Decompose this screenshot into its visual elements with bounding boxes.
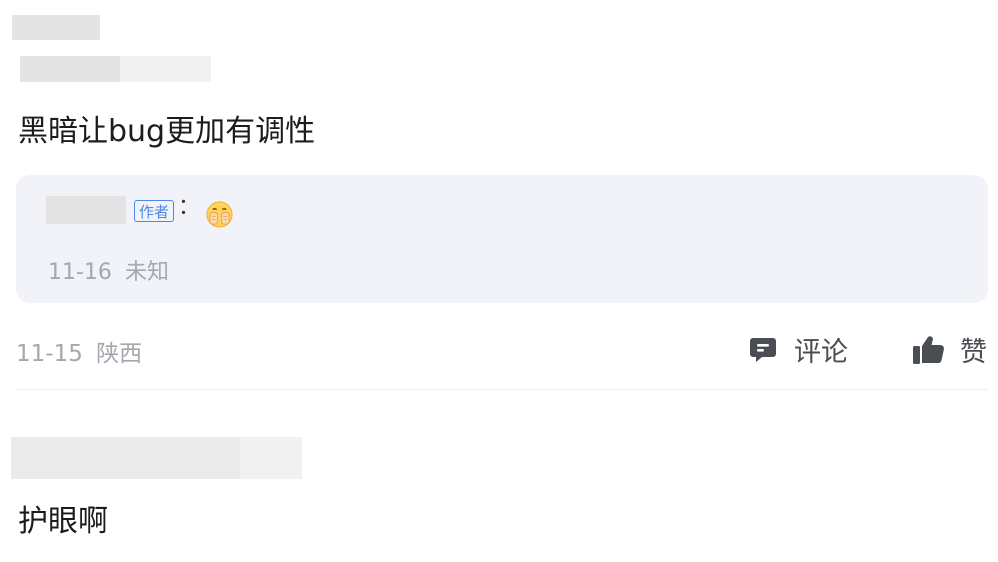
comment-label: 评论 (794, 337, 848, 368)
redacted-user-meta (120, 56, 211, 82)
reply-date: 11-16 (48, 260, 112, 285)
comment-meta: 11-15 陕西 (16, 334, 142, 368)
thumbs-up-icon (913, 335, 944, 364)
reply-box[interactable]: 作者 ： 11-16 未知 (16, 175, 988, 303)
redacted-username-2 (240, 437, 302, 479)
comment-divider (16, 389, 988, 390)
reply-colon: ： (178, 195, 201, 220)
comment-icon (750, 337, 776, 362)
cover-mouth-emoji-icon (206, 201, 233, 228)
redacted-user-tag (20, 56, 120, 82)
redacted-user-info-2 (11, 437, 240, 479)
reply-location: 未知 (124, 260, 169, 285)
like-button[interactable]: 赞 (912, 330, 987, 369)
reply-meta: 11-16 未知 (48, 254, 169, 286)
comment-text: 黑暗让bug更加有调性 (18, 114, 316, 149)
comment-text-2: 护眼啊 (18, 504, 108, 539)
comment-button[interactable]: 评论 (748, 330, 848, 369)
like-label: 赞 (960, 337, 987, 368)
author-badge: 作者 (134, 200, 175, 222)
comment-list: 黑暗让bug更加有调性 作者 ： 11-16 未知 11-15 陕西 评论 赞 … (0, 0, 998, 562)
comment-date: 11-15 (16, 341, 83, 367)
comment-location: 陕西 (96, 341, 143, 367)
redacted-username (12, 15, 100, 40)
redacted-reply-username (46, 196, 126, 224)
